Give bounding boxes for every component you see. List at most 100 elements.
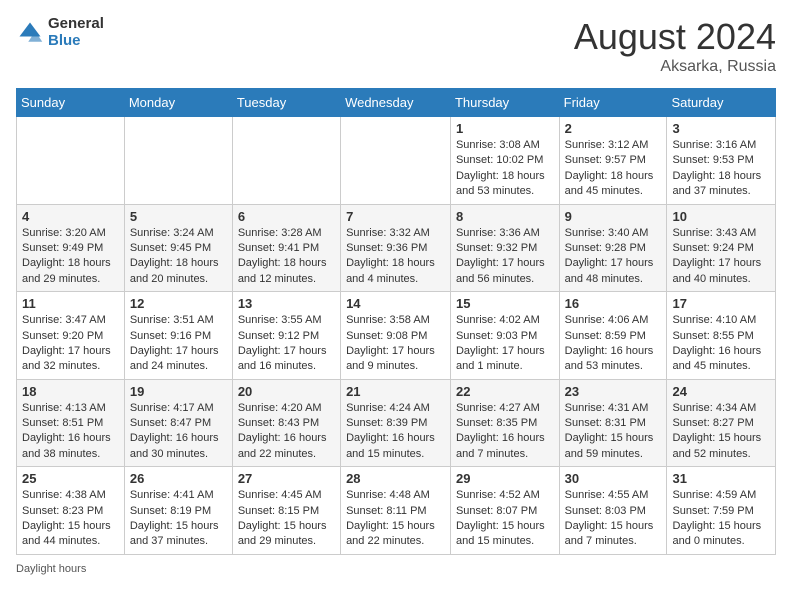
day-cell: 3 Sunrise: 3:16 AM Sunset: 9:53 PM Daylig… (667, 117, 776, 205)
day-number: 30 (565, 471, 662, 486)
day-cell: 19Sunrise: 4:17 AM Sunset: 8:47 PM Dayli… (124, 379, 232, 467)
day-cell: 1Sunrise: 3:08 AM Sunset: 10:02 PM Dayli… (450, 117, 559, 205)
header-cell-tuesday: Tuesday (232, 89, 340, 117)
title-block: August 2024 Aksarka, Russia (574, 16, 776, 76)
day-cell: 30 Sunrise: 4:55 AM Sunset: 8:03 PM Dayli… (559, 467, 667, 555)
day-info: Sunrise: 4:24 AM Sunset: 8:39 PM Dayligh… (346, 401, 445, 463)
day-cell: 4 Sunrise: 3:20 AM Sunset: 9:49 PM Daylig… (17, 204, 125, 292)
day-cell (341, 117, 451, 205)
location-title: Aksarka, Russia (574, 58, 776, 76)
day-cell: 23Sunrise: 4:31 AM Sunset: 8:31 PM Dayli… (559, 379, 667, 467)
day-cell (17, 117, 125, 205)
day-info: Sunrise: 3:58 AM Sunset: 9:08 PM Dayligh… (346, 313, 445, 375)
day-cell: 9 Sunrise: 3:40 AM Sunset: 9:28 PM Daylig… (559, 204, 667, 292)
day-cell: 7Sunrise: 3:32 AM Sunset: 9:36 PM Daylig… (341, 204, 451, 292)
day-info: Sunrise: 3:36 AM Sunset: 9:32 PM Dayligh… (456, 226, 554, 288)
day-info: Sunrise: 4:20 AM Sunset: 8:43 PM Dayligh… (238, 401, 335, 463)
day-cell: 8Sunrise: 3:36 AM Sunset: 9:32 PM Daylig… (450, 204, 559, 292)
day-info: Sunrise: 3:24 AM Sunset: 9:45 PM Dayligh… (130, 226, 227, 288)
day-cell: 28 Sunrise: 4:48 AM Sunset: 8:11 PM Dayli… (341, 467, 451, 555)
day-info: Sunrise: 3:12 AM Sunset: 9:57 PM Dayligh… (565, 138, 662, 200)
day-cell: 2 Sunrise: 3:12 AM Sunset: 9:57 PM Daylig… (559, 117, 667, 205)
day-number: 18 (22, 384, 119, 399)
day-number: 11 (22, 296, 119, 311)
logo-icon (16, 19, 44, 47)
day-number: 17 (672, 296, 770, 311)
week-row-3: 11 Sunrise: 3:47 AM Sunset: 9:20 PM Dayli… (17, 292, 776, 380)
day-cell: 22 Sunrise: 4:27 AM Sunset: 8:35 PM Dayli… (450, 379, 559, 467)
header-cell-friday: Friday (559, 89, 667, 117)
header-cell-wednesday: Wednesday (341, 89, 451, 117)
logo-blue-text: Blue (48, 33, 104, 50)
day-number: 1 (456, 121, 554, 136)
day-info: Sunrise: 3:51 AM Sunset: 9:16 PM Dayligh… (130, 313, 227, 375)
day-info: Sunrise: 3:16 AM Sunset: 9:53 PM Dayligh… (672, 138, 770, 200)
day-cell: 16Sunrise: 4:06 AM Sunset: 8:59 PM Dayli… (559, 292, 667, 380)
day-info: Sunrise: 4:59 AM Sunset: 7:59 PM Dayligh… (672, 488, 770, 550)
day-cell: 24 Sunrise: 4:34 AM Sunset: 8:27 PM Dayli… (667, 379, 776, 467)
day-cell: 11 Sunrise: 3:47 AM Sunset: 9:20 PM Dayli… (17, 292, 125, 380)
day-info: Sunrise: 4:55 AM Sunset: 8:03 PM Dayligh… (565, 488, 662, 550)
day-info: Sunrise: 3:32 AM Sunset: 9:36 PM Dayligh… (346, 226, 445, 288)
day-info: Sunrise: 4:13 AM Sunset: 8:51 PM Dayligh… (22, 401, 119, 463)
footer-note: Daylight hours (16, 563, 776, 575)
day-info: Sunrise: 4:45 AM Sunset: 8:15 PM Dayligh… (238, 488, 335, 550)
day-cell: 5 Sunrise: 3:24 AM Sunset: 9:45 PM Daylig… (124, 204, 232, 292)
header-cell-sunday: Sunday (17, 89, 125, 117)
day-number: 24 (672, 384, 770, 399)
day-number: 22 (456, 384, 554, 399)
header-cell-monday: Monday (124, 89, 232, 117)
day-cell: 14 Sunrise: 3:58 AM Sunset: 9:08 PM Dayli… (341, 292, 451, 380)
day-info: Sunrise: 4:27 AM Sunset: 8:35 PM Dayligh… (456, 401, 554, 463)
day-cell: 12 Sunrise: 3:51 AM Sunset: 9:16 PM Dayli… (124, 292, 232, 380)
header-cell-thursday: Thursday (450, 89, 559, 117)
day-number: 23 (565, 384, 662, 399)
day-number: 29 (456, 471, 554, 486)
day-info: Sunrise: 4:52 AM Sunset: 8:07 PM Dayligh… (456, 488, 554, 550)
day-cell: 13Sunrise: 3:55 AM Sunset: 9:12 PM Dayli… (232, 292, 340, 380)
day-cell: 15Sunrise: 4:02 AM Sunset: 9:03 PM Dayli… (450, 292, 559, 380)
day-cell: 21 Sunrise: 4:24 AM Sunset: 8:39 PM Dayli… (341, 379, 451, 467)
day-info: Sunrise: 4:10 AM Sunset: 8:55 PM Dayligh… (672, 313, 770, 375)
day-info: Sunrise: 3:20 AM Sunset: 9:49 PM Dayligh… (22, 226, 119, 288)
day-number: 28 (346, 471, 445, 486)
week-row-1: 1Sunrise: 3:08 AM Sunset: 10:02 PM Dayli… (17, 117, 776, 205)
day-number: 9 (565, 209, 662, 224)
day-cell: 20 Sunrise: 4:20 AM Sunset: 8:43 PM Dayli… (232, 379, 340, 467)
day-info: Sunrise: 3:40 AM Sunset: 9:28 PM Dayligh… (565, 226, 662, 288)
day-number: 31 (672, 471, 770, 486)
day-number: 26 (130, 471, 227, 486)
day-cell: 10 Sunrise: 3:43 AM Sunset: 9:24 PM Dayli… (667, 204, 776, 292)
day-number: 21 (346, 384, 445, 399)
week-row-2: 4 Sunrise: 3:20 AM Sunset: 9:49 PM Daylig… (17, 204, 776, 292)
day-number: 10 (672, 209, 770, 224)
day-cell: 31 Sunrise: 4:59 AM Sunset: 7:59 PM Dayli… (667, 467, 776, 555)
logo-general-text: General (48, 16, 104, 33)
logo: General Blue (16, 16, 104, 49)
day-number: 20 (238, 384, 335, 399)
day-cell: 17 Sunrise: 4:10 AM Sunset: 8:55 PM Dayli… (667, 292, 776, 380)
day-info: Sunrise: 4:48 AM Sunset: 8:11 PM Dayligh… (346, 488, 445, 550)
day-info: Sunrise: 4:34 AM Sunset: 8:27 PM Dayligh… (672, 401, 770, 463)
day-info: Sunrise: 3:43 AM Sunset: 9:24 PM Dayligh… (672, 226, 770, 288)
day-cell (124, 117, 232, 205)
day-info: Sunrise: 4:06 AM Sunset: 8:59 PM Dayligh… (565, 313, 662, 375)
day-info: Sunrise: 4:02 AM Sunset: 9:03 PM Dayligh… (456, 313, 554, 375)
calendar-header: SundayMondayTuesdayWednesdayThursdayFrid… (17, 89, 776, 117)
day-info: Sunrise: 3:55 AM Sunset: 9:12 PM Dayligh… (238, 313, 335, 375)
day-info: Sunrise: 3:47 AM Sunset: 9:20 PM Dayligh… (22, 313, 119, 375)
day-cell: 25Sunrise: 4:38 AM Sunset: 8:23 PM Dayli… (17, 467, 125, 555)
day-number: 14 (346, 296, 445, 311)
calendar-body: 1Sunrise: 3:08 AM Sunset: 10:02 PM Dayli… (17, 117, 776, 555)
day-number: 12 (130, 296, 227, 311)
day-info: Sunrise: 4:41 AM Sunset: 8:19 PM Dayligh… (130, 488, 227, 550)
day-number: 6 (238, 209, 335, 224)
day-number: 4 (22, 209, 119, 224)
day-info: Sunrise: 4:38 AM Sunset: 8:23 PM Dayligh… (22, 488, 119, 550)
day-number: 5 (130, 209, 227, 224)
day-number: 2 (565, 121, 662, 136)
day-cell: 18 Sunrise: 4:13 AM Sunset: 8:51 PM Dayli… (17, 379, 125, 467)
day-info: Sunrise: 4:17 AM Sunset: 8:47 PM Dayligh… (130, 401, 227, 463)
day-number: 3 (672, 121, 770, 136)
day-cell: 29 Sunrise: 4:52 AM Sunset: 8:07 PM Dayli… (450, 467, 559, 555)
